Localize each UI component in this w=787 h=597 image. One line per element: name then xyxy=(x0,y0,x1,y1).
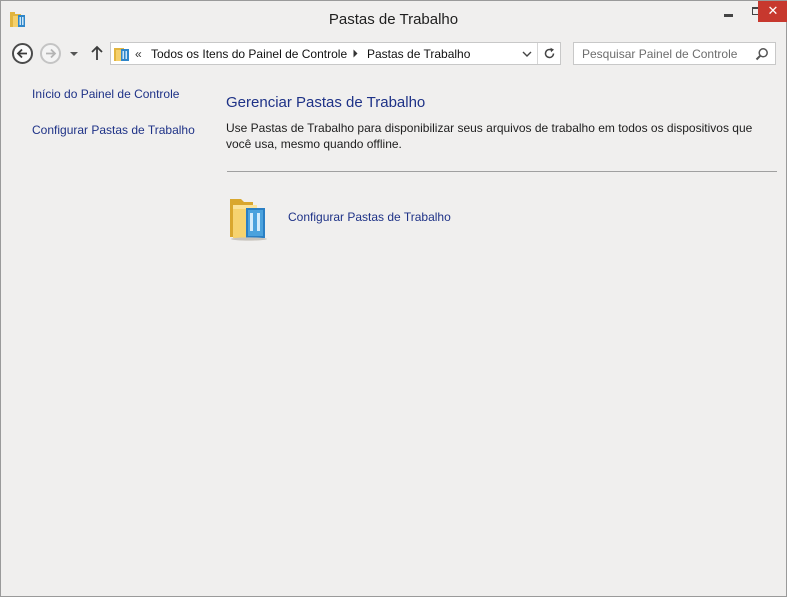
configure-work-folders-link[interactable]: Configurar Pastas de Trabalho xyxy=(288,210,451,224)
sidebar-link-configure-work-folders[interactable]: Configurar Pastas de Trabalho xyxy=(32,123,195,137)
arrow-right-icon xyxy=(46,48,57,59)
minimize-icon xyxy=(724,14,733,17)
close-icon: ✕ xyxy=(767,4,779,19)
back-button[interactable] xyxy=(12,43,33,64)
search-input[interactable] xyxy=(574,43,749,64)
title-bar[interactable]: Pastas de Trabalho ✕ xyxy=(1,1,787,37)
breadcrumb-separator-icon[interactable] xyxy=(352,48,359,59)
window-title: Pastas de Trabalho xyxy=(328,11,459,28)
window: Pastas de Trabalho ✕ « Todos os Itens do… xyxy=(0,0,787,597)
divider xyxy=(227,171,777,172)
breadcrumb-all-control-panel-items[interactable]: Todos os Itens do Painel de Controle xyxy=(151,47,347,61)
recent-locations-chevron-icon[interactable] xyxy=(68,48,80,60)
search-icon[interactable] xyxy=(755,47,769,61)
breadcrumb-work-folders[interactable]: Pastas de Trabalho xyxy=(367,47,470,61)
control-panel-icon xyxy=(114,46,130,61)
refresh-icon xyxy=(544,47,555,59)
address-bar[interactable]: « Todos os Itens do Painel de Controle P… xyxy=(110,42,561,65)
configure-work-folders-task[interactable]: Configurar Pastas de Trabalho xyxy=(227,193,487,243)
arrow-left-icon xyxy=(16,48,27,59)
work-folders-icon xyxy=(227,193,273,241)
page-description: Use Pastas de Trabalho para disponibiliz… xyxy=(226,121,753,151)
navigation-bar: « Todos os Itens do Painel de Controle P… xyxy=(1,39,786,67)
search-box[interactable] xyxy=(573,42,776,65)
page-title: Gerenciar Pastas de Trabalho xyxy=(226,94,426,111)
up-arrow-icon[interactable] xyxy=(90,45,104,61)
close-button[interactable]: ✕ xyxy=(758,1,787,22)
sidebar-link-control-panel-home[interactable]: Início do Painel de Controle xyxy=(32,87,179,101)
refresh-button[interactable] xyxy=(537,43,560,64)
breadcrumb-overflow-button[interactable]: « xyxy=(135,47,142,61)
minimize-button[interactable] xyxy=(714,1,743,22)
address-dropdown-icon[interactable] xyxy=(522,50,532,58)
forward-button[interactable] xyxy=(40,43,61,64)
